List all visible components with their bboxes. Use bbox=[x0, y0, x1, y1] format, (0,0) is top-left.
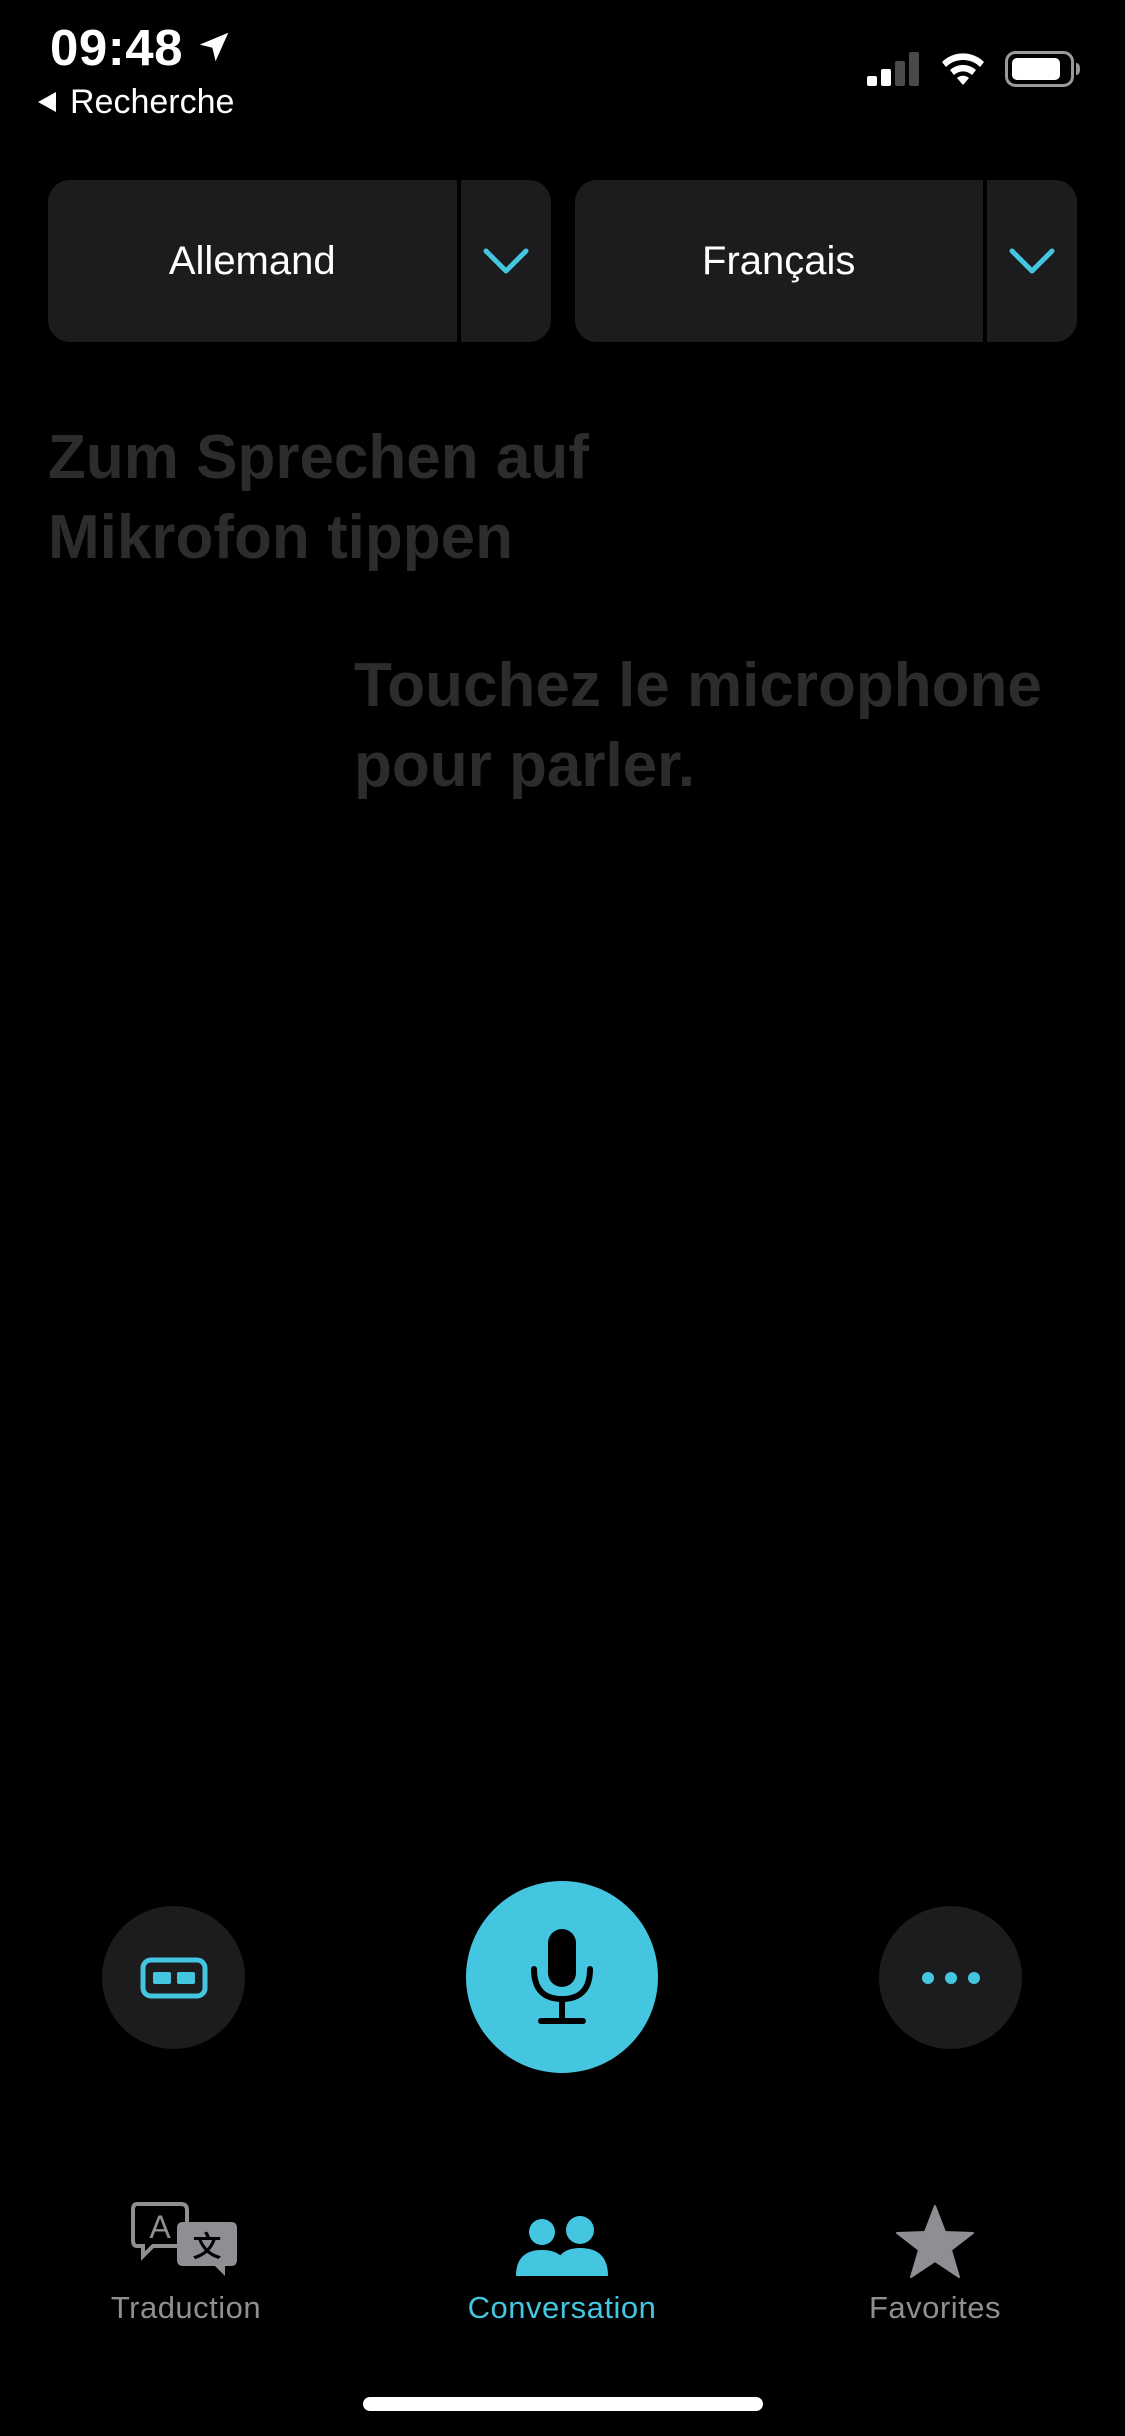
svg-text:A: A bbox=[149, 2209, 171, 2245]
battery-icon bbox=[1005, 51, 1080, 87]
back-label: Recherche bbox=[70, 82, 235, 121]
ellipsis-icon bbox=[921, 1971, 980, 1984]
target-language-selector[interactable]: Français bbox=[574, 180, 1077, 342]
translate-icon: A 文 bbox=[131, 2202, 237, 2276]
conversation-layout-button[interactable] bbox=[102, 1906, 245, 2049]
tab-bar: A 文 Traduction Conversation Favorites bbox=[0, 2190, 1125, 2350]
source-language-selector[interactable]: Allemand bbox=[48, 180, 551, 342]
side-by-side-view-icon bbox=[140, 1957, 207, 1998]
clock-label: 09:48 bbox=[50, 18, 183, 76]
chevron-down-icon bbox=[1009, 248, 1055, 274]
wifi-icon bbox=[942, 53, 984, 85]
language-selector-row: Allemand Français bbox=[48, 180, 1077, 342]
tab-translation[interactable]: A 文 Traduction bbox=[56, 2190, 316, 2326]
chevron-down-icon bbox=[483, 248, 528, 274]
svg-text:文: 文 bbox=[193, 2230, 221, 2263]
source-language-prompt: Zum Sprechen auf Mikrofon tippen bbox=[48, 423, 589, 572]
tab-favorites-label: Favorites bbox=[869, 2290, 1001, 2325]
back-triangle-icon bbox=[38, 92, 56, 112]
more-options-button[interactable] bbox=[879, 1906, 1022, 2049]
status-indicators bbox=[867, 48, 1081, 90]
tab-favorites[interactable]: Favorites bbox=[805, 2190, 1065, 2326]
source-language-label[interactable]: Allemand bbox=[48, 180, 461, 342]
status-time: 09:48 bbox=[50, 12, 233, 82]
tab-conversation-label: Conversation bbox=[467, 2290, 657, 2325]
cellular-signal-icon bbox=[867, 52, 919, 86]
back-to-search-link[interactable]: Recherche bbox=[36, 78, 234, 126]
people-icon bbox=[516, 2216, 608, 2276]
source-language-dropdown[interactable] bbox=[461, 180, 551, 342]
tab-conversation[interactable]: Conversation bbox=[432, 2190, 692, 2326]
tab-translation-label: Traduction bbox=[110, 2290, 262, 2325]
location-arrow-icon bbox=[199, 32, 229, 62]
target-language-prompt: Touchez le microphone pour parler. bbox=[354, 651, 1042, 800]
microphone-button[interactable] bbox=[466, 1881, 658, 2073]
microphone-icon bbox=[531, 1929, 593, 2024]
home-indicator[interactable] bbox=[363, 2397, 763, 2411]
target-language-label[interactable]: Français bbox=[575, 180, 987, 342]
target-language-dropdown[interactable] bbox=[987, 180, 1077, 342]
star-icon bbox=[896, 2205, 974, 2278]
